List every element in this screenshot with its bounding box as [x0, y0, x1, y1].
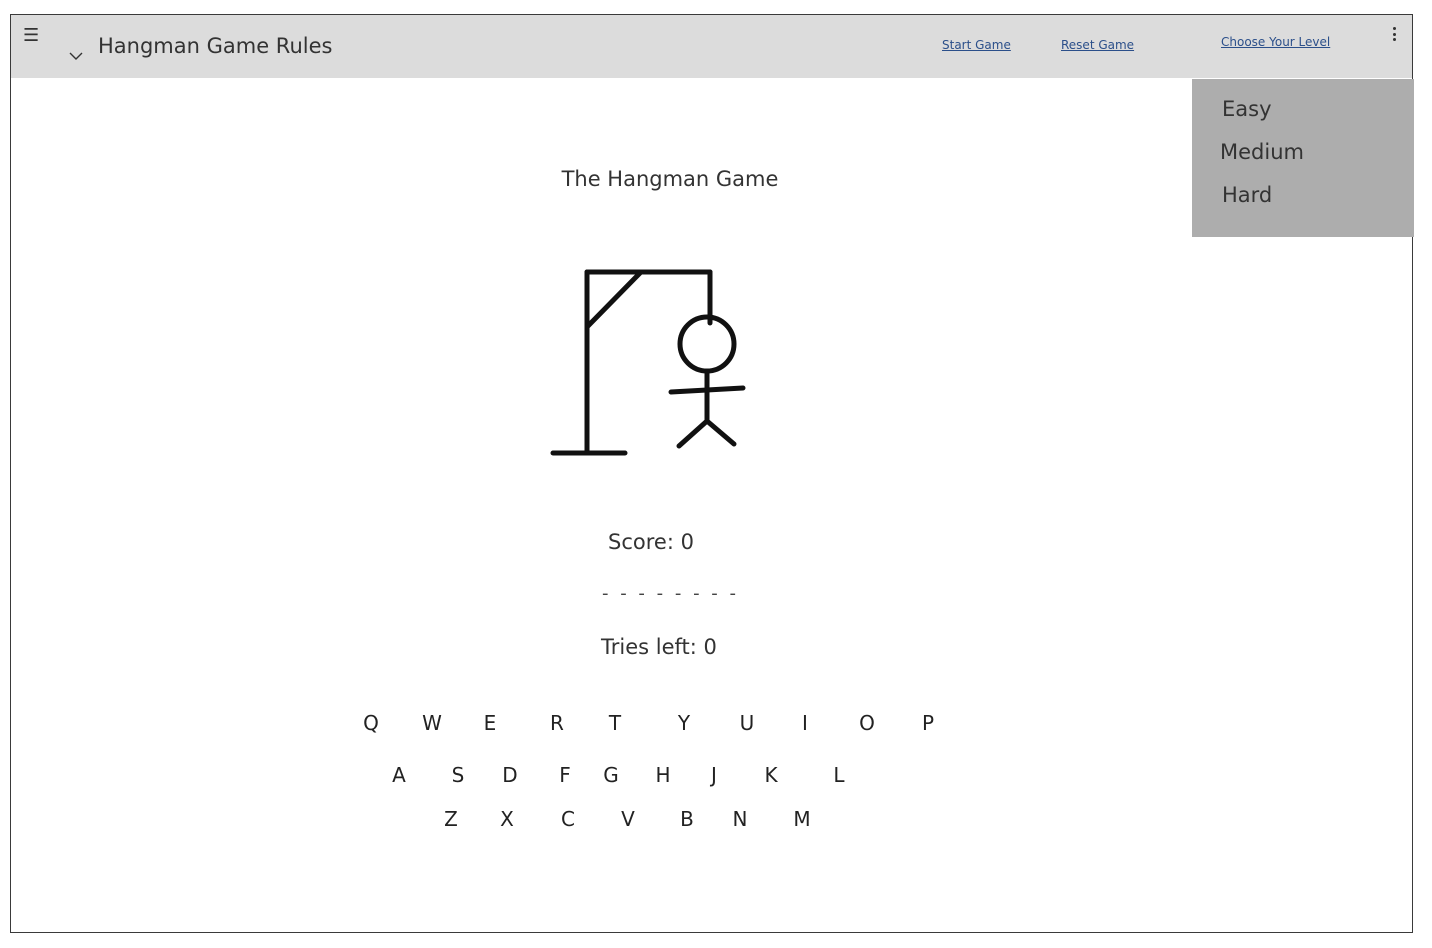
key-s[interactable]: S	[446, 763, 470, 787]
key-t[interactable]: T	[603, 711, 627, 735]
key-d[interactable]: D	[498, 763, 522, 787]
choose-level-link[interactable]: Choose Your Level	[1221, 35, 1330, 49]
key-u[interactable]: U	[735, 711, 759, 735]
figure-right-leg	[704, 418, 737, 447]
game-title: The Hangman Game	[561, 167, 779, 191]
key-v[interactable]: V	[616, 807, 640, 831]
gallows-brace	[584, 269, 644, 330]
key-p[interactable]: P	[916, 711, 940, 735]
key-y[interactable]: Y	[672, 711, 696, 735]
figure-head	[677, 314, 737, 374]
key-c[interactable]: C	[556, 807, 580, 831]
chevron-down-icon[interactable]	[69, 51, 83, 61]
key-f[interactable]: F	[553, 763, 577, 787]
key-q[interactable]: Q	[359, 711, 383, 735]
key-g[interactable]: G	[599, 763, 623, 787]
level-option-medium[interactable]: Medium	[1220, 140, 1304, 164]
key-l[interactable]: L	[827, 763, 851, 787]
figure-arms	[668, 385, 746, 395]
key-o[interactable]: O	[855, 711, 879, 735]
key-b[interactable]: B	[675, 807, 699, 831]
word-blanks: - - - - - - - -	[602, 583, 740, 604]
level-option-easy[interactable]: Easy	[1222, 97, 1272, 121]
key-i[interactable]: I	[793, 711, 817, 735]
figure-left-leg	[676, 418, 710, 449]
key-j[interactable]: J	[702, 763, 726, 787]
key-n[interactable]: N	[728, 807, 752, 831]
tries-left-text: Tries left: 0	[601, 635, 717, 659]
reset-game-link[interactable]: Reset Game	[1061, 38, 1134, 52]
key-e[interactable]: E	[478, 711, 502, 735]
app-window: ☰ Hangman Game Rules Start Game Reset Ga…	[10, 14, 1414, 933]
start-game-link[interactable]: Start Game	[942, 38, 1011, 52]
key-m[interactable]: M	[790, 807, 814, 831]
key-a[interactable]: A	[387, 763, 411, 787]
kebab-menu-icon[interactable]	[1392, 27, 1398, 45]
top-bar: ☰ Hangman Game Rules Start Game Reset Ga…	[11, 15, 1412, 78]
level-dropdown: Easy Medium Hard	[1192, 79, 1414, 237]
key-h[interactable]: H	[651, 763, 675, 787]
key-x[interactable]: X	[495, 807, 519, 831]
key-k[interactable]: K	[759, 763, 783, 787]
key-z[interactable]: Z	[439, 807, 463, 831]
app-title: Hangman Game Rules	[98, 34, 333, 58]
score-text: Score: 0	[608, 530, 694, 554]
hangman-illustration	[550, 269, 746, 456]
hamburger-icon[interactable]: ☰	[23, 25, 39, 46]
key-w[interactable]: W	[420, 711, 444, 735]
key-r[interactable]: R	[545, 711, 569, 735]
